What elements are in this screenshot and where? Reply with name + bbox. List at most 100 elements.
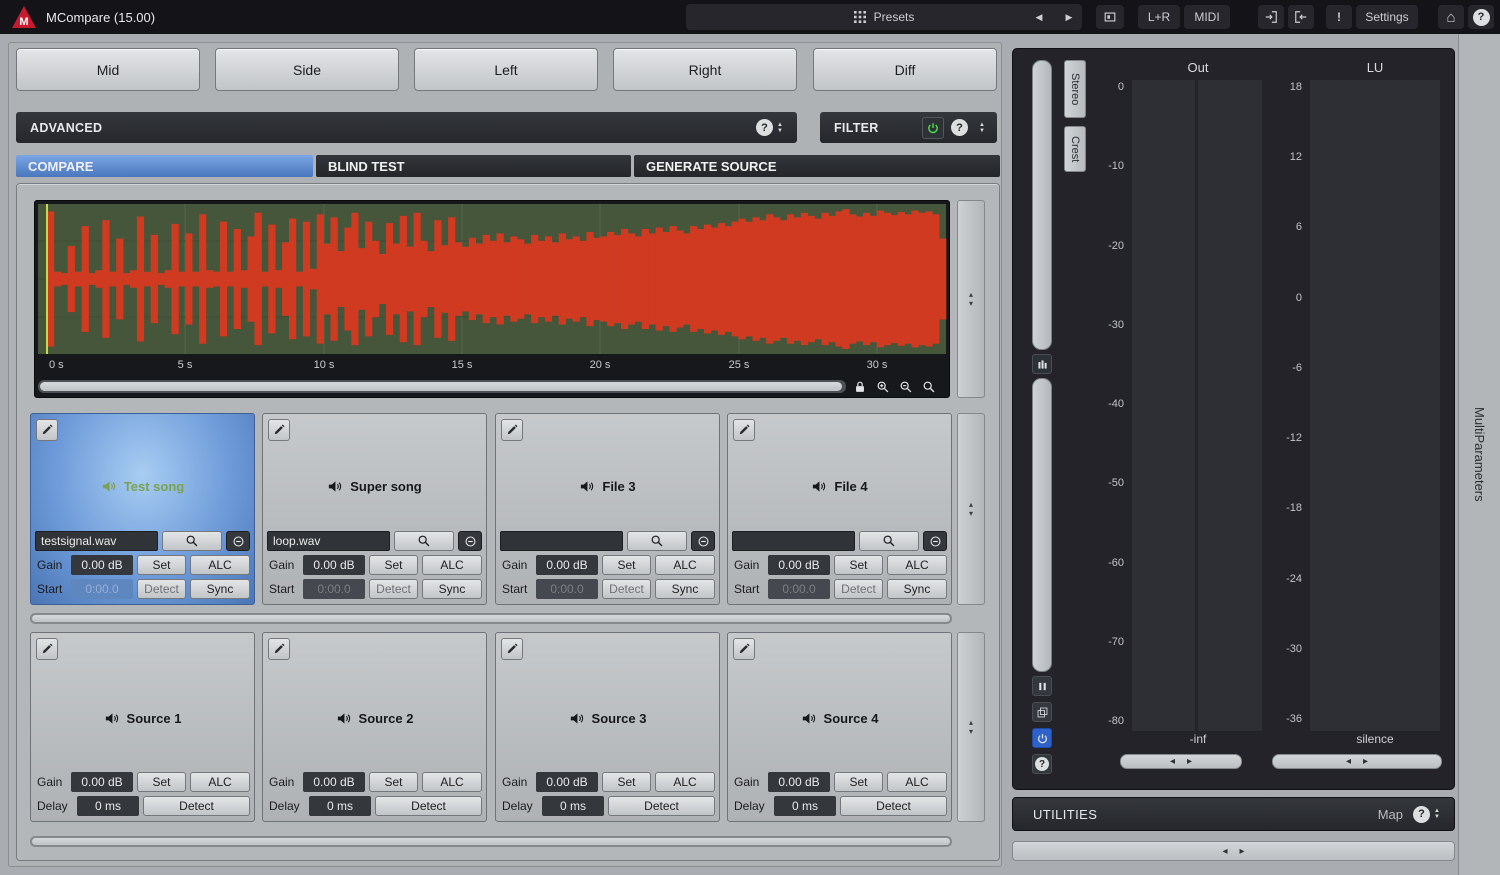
alc-button[interactable]: ALC <box>190 772 250 792</box>
delay-value[interactable]: 0 ms <box>77 796 139 816</box>
alc-button[interactable]: ALC <box>422 772 482 792</box>
meter-zoom-slider[interactable] <box>1032 60 1052 350</box>
file-name-input[interactable] <box>267 531 390 551</box>
slot-title[interactable]: Test song <box>31 479 254 494</box>
gain-set-button[interactable]: Set <box>602 772 651 792</box>
filter-collapse-control[interactable]: ▲▼ <box>975 122 989 134</box>
start-value[interactable]: 0:00.0 <box>536 579 598 599</box>
edit-slot-button[interactable] <box>501 638 523 660</box>
slot-title[interactable]: Super song <box>263 479 486 494</box>
edit-slot-button[interactable] <box>268 638 290 660</box>
gain-set-button[interactable]: Set <box>137 555 186 575</box>
delay-detect-button[interactable]: Detect <box>143 796 250 816</box>
slots-scrollbar-handle[interactable] <box>32 615 950 622</box>
browse-file-button[interactable] <box>162 531 222 551</box>
tab-blind-test[interactable]: BLIND TEST <box>316 155 631 177</box>
sources-resize-strip[interactable]: ▴▾ <box>957 632 985 822</box>
alc-button[interactable]: ALC <box>655 772 715 792</box>
file-slot-2[interactable]: Super song Gain 0.00 dB Set ALC Start 0:… <box>262 413 487 605</box>
waveform-resize-strip[interactable]: ▴▾ <box>957 200 985 398</box>
zoom-lock-button[interactable] <box>852 379 868 395</box>
sources-scrollbar[interactable] <box>30 836 952 847</box>
utilities-slider[interactable]: ◂▸ <box>1012 841 1455 861</box>
delay-detect-button[interactable]: Detect <box>375 796 482 816</box>
help-button[interactable]: ? <box>1468 5 1494 29</box>
start-detect-button[interactable]: Detect <box>369 579 418 599</box>
filter-help-icon[interactable]: ? <box>951 119 968 136</box>
gain-set-button[interactable]: Set <box>834 555 883 575</box>
source-slot-2[interactable]: Source 2 Gain 0.00 dB Set ALC Delay 0 ms… <box>262 632 487 822</box>
gain-set-button[interactable]: Set <box>369 772 418 792</box>
start-detect-button[interactable]: Detect <box>602 579 651 599</box>
alc-button[interactable]: ALC <box>887 772 947 792</box>
gain-value[interactable]: 0.00 dB <box>71 555 133 575</box>
edit-slot-button[interactable] <box>733 638 755 660</box>
file-slot-4[interactable]: File 4 Gain 0.00 dB Set ALC Start 0:00.0… <box>727 413 952 605</box>
gain-set-button[interactable]: Set <box>137 772 186 792</box>
source-slot-4[interactable]: Source 4 Gain 0.00 dB Set ALC Delay 0 ms… <box>727 632 952 822</box>
file-slot-1[interactable]: Test song Gain 0.00 dB Set ALC Start 0:0… <box>30 413 255 605</box>
gain-value[interactable]: 0.00 dB <box>768 555 830 575</box>
start-value[interactable]: 0:00.0 <box>303 579 365 599</box>
channel-right-button[interactable]: Right <box>613 48 797 91</box>
alc-button[interactable]: ALC <box>887 555 947 575</box>
remove-file-button[interactable] <box>923 531 947 551</box>
alert-button[interactable]: ! <box>1326 5 1352 29</box>
tab-crest[interactable]: Crest <box>1064 126 1086 172</box>
zoom-fit-button[interactable] <box>921 379 937 395</box>
edit-slot-button[interactable] <box>268 419 290 441</box>
file-name-input[interactable] <box>500 531 623 551</box>
sync-button[interactable]: Sync <box>887 579 947 599</box>
settings-button[interactable]: Settings <box>1356 5 1418 29</box>
slots-scrollbar[interactable] <box>30 613 952 624</box>
meter-help-button[interactable]: ? <box>1032 754 1052 774</box>
tab-stereo[interactable]: Stereo <box>1064 60 1086 118</box>
channel-side-button[interactable]: Side <box>215 48 399 91</box>
multiparameters-strip[interactable]: MultiParameters <box>1458 34 1500 875</box>
browse-file-button[interactable] <box>627 531 687 551</box>
delay-value[interactable]: 0 ms <box>309 796 371 816</box>
channel-mid-button[interactable]: Mid <box>16 48 200 91</box>
export-button[interactable] <box>1288 5 1314 29</box>
gain-value[interactable]: 0.00 dB <box>71 772 133 792</box>
utilities-bar[interactable]: UTILITIES Map ? ▲▼ <box>1012 797 1455 831</box>
start-detect-button[interactable]: Detect <box>834 579 883 599</box>
out-meter-right-column[interactable] <box>1198 80 1262 731</box>
advanced-collapse-control[interactable]: ▲▼ <box>773 122 787 134</box>
gain-set-button[interactable]: Set <box>369 555 418 575</box>
gain-value[interactable]: 0.00 dB <box>303 555 365 575</box>
gain-value[interactable]: 0.00 dB <box>768 772 830 792</box>
file-slot-3[interactable]: File 3 Gain 0.00 dB Set ALC Start 0:00.0… <box>495 413 720 605</box>
advanced-help-icon[interactable]: ? <box>756 119 773 136</box>
sync-button[interactable]: Sync <box>190 579 250 599</box>
preset-prev-button[interactable]: ◀ <box>1026 5 1052 29</box>
gain-value[interactable]: 0.00 dB <box>536 772 598 792</box>
meter-overlay-button[interactable] <box>1032 702 1052 722</box>
midi-button[interactable]: MIDI <box>1184 5 1230 29</box>
lu-meter-column[interactable] <box>1310 80 1440 731</box>
preset-next-button[interactable]: ▶ <box>1056 5 1082 29</box>
slot-title[interactable]: Source 4 <box>728 711 951 726</box>
alc-button[interactable]: ALC <box>655 555 715 575</box>
meter-columns-button[interactable] <box>1032 354 1052 374</box>
alc-button[interactable]: ALC <box>190 555 250 575</box>
gain-value[interactable]: 0.00 dB <box>303 772 365 792</box>
source-slot-3[interactable]: Source 3 Gain 0.00 dB Set ALC Delay 0 ms… <box>495 632 720 822</box>
gain-set-button[interactable]: Set <box>602 555 651 575</box>
start-value[interactable]: 0:00.0 <box>71 579 133 599</box>
out-meter-left-column[interactable] <box>1132 80 1195 731</box>
sync-button[interactable]: Sync <box>655 579 715 599</box>
slot-title[interactable]: File 4 <box>728 479 951 494</box>
start-detect-button[interactable]: Detect <box>137 579 186 599</box>
meter-scroll-slider[interactable] <box>1032 378 1052 672</box>
delay-detect-button[interactable]: Detect <box>840 796 947 816</box>
edit-slot-button[interactable] <box>36 419 58 441</box>
advanced-bar[interactable]: ADVANCED ? ▲▼ <box>16 112 797 143</box>
browse-file-button[interactable] <box>859 531 919 551</box>
edit-slot-button[interactable] <box>36 638 58 660</box>
home-button[interactable]: ⌂ <box>1438 5 1464 29</box>
meter-power-button[interactable] <box>1032 728 1052 748</box>
slots-resize-strip[interactable]: ▴▾ <box>957 413 985 605</box>
gain-value[interactable]: 0.00 dB <box>536 555 598 575</box>
remove-file-button[interactable] <box>226 531 250 551</box>
